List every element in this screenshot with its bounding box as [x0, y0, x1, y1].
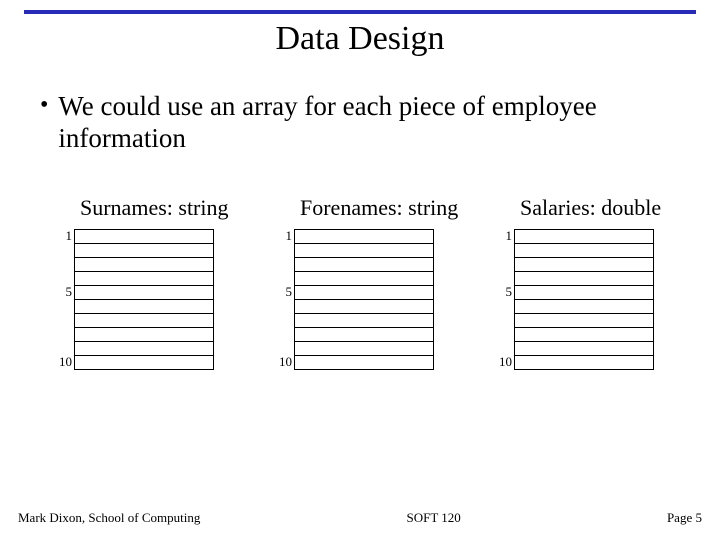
index-cell	[270, 257, 294, 271]
index-cell	[490, 313, 514, 327]
index-cell	[490, 341, 514, 355]
index-cell	[50, 327, 74, 341]
grid-cell	[295, 342, 434, 356]
grid-cell	[75, 230, 214, 244]
grid-cell	[515, 356, 654, 370]
array-forenames: Forenames: string 1 5 10	[270, 195, 470, 370]
grid-col	[294, 229, 434, 370]
index-cell	[50, 243, 74, 257]
footer-right: Page 5	[667, 510, 702, 526]
grid-cell	[515, 272, 654, 286]
index-cell	[490, 327, 514, 341]
index-cell	[490, 243, 514, 257]
grid-cell	[295, 244, 434, 258]
grid-cell	[515, 314, 654, 328]
grid-cell	[75, 272, 214, 286]
array-label: Salaries: double	[490, 195, 690, 221]
array-salaries: Salaries: double 1 5 10	[490, 195, 690, 370]
grid-cell	[75, 328, 214, 342]
grid-cell	[515, 286, 654, 300]
index-cell: 1	[270, 229, 294, 243]
grid-cell	[75, 342, 214, 356]
footer-center: SOFT 120	[407, 510, 461, 526]
bullet-text: We could use an array for each piece of …	[58, 90, 680, 154]
index-cell: 1	[490, 229, 514, 243]
index-cell	[490, 271, 514, 285]
index-cell: 5	[270, 285, 294, 299]
index-cell	[270, 243, 294, 257]
bullet-dot: •	[40, 90, 48, 120]
grid-cell	[295, 272, 434, 286]
index-cell	[270, 341, 294, 355]
grid-cell	[295, 300, 434, 314]
grid-col	[74, 229, 214, 370]
index-cell: 1	[50, 229, 74, 243]
grid-cell	[75, 300, 214, 314]
index-cell: 5	[490, 285, 514, 299]
arrays-row: Surnames: string 1 5 10	[50, 195, 690, 370]
array-label: Forenames: string	[270, 195, 470, 221]
grid-cell	[295, 258, 434, 272]
grid-cell	[75, 314, 214, 328]
index-cell	[50, 257, 74, 271]
grid-cell	[295, 286, 434, 300]
grid-cell	[295, 230, 434, 244]
index-cell	[490, 257, 514, 271]
grid-cell	[295, 356, 434, 370]
index-cell	[50, 271, 74, 285]
index-cell	[490, 299, 514, 313]
array-body: 1 5 10	[270, 229, 470, 370]
grid-cell	[75, 356, 214, 370]
index-cell: 10	[490, 355, 514, 369]
grid-col	[514, 229, 654, 370]
grid-cell	[515, 300, 654, 314]
grid-cell	[515, 258, 654, 272]
bullet-item: • We could use an array for each piece o…	[40, 90, 680, 154]
index-cell	[50, 341, 74, 355]
grid-cell	[515, 328, 654, 342]
grid-cell	[75, 286, 214, 300]
array-body: 1 5 10	[50, 229, 250, 370]
index-cell	[270, 299, 294, 313]
index-col: 1 5 10	[490, 229, 514, 370]
index-col: 1 5 10	[50, 229, 74, 370]
array-surnames: Surnames: string 1 5 10	[50, 195, 250, 370]
top-rule	[24, 10, 696, 14]
index-cell: 10	[270, 355, 294, 369]
index-cell	[270, 327, 294, 341]
index-cell	[270, 271, 294, 285]
grid-cell	[515, 230, 654, 244]
bullet-list: • We could use an array for each piece o…	[40, 90, 680, 154]
index-cell	[270, 313, 294, 327]
grid-cell	[75, 244, 214, 258]
grid-cell	[295, 314, 434, 328]
index-cell: 10	[50, 355, 74, 369]
footer: Mark Dixon, School of Computing SOFT 120…	[18, 510, 702, 526]
grid-cell	[75, 258, 214, 272]
array-label: Surnames: string	[50, 195, 250, 221]
index-cell	[50, 313, 74, 327]
index-cell	[50, 299, 74, 313]
grid-cell	[515, 244, 654, 258]
grid-cell	[295, 328, 434, 342]
grid-cell	[515, 342, 654, 356]
page-title: Data Design	[0, 20, 720, 58]
footer-left: Mark Dixon, School of Computing	[18, 510, 200, 526]
index-col: 1 5 10	[270, 229, 294, 370]
index-cell: 5	[50, 285, 74, 299]
array-body: 1 5 10	[490, 229, 690, 370]
